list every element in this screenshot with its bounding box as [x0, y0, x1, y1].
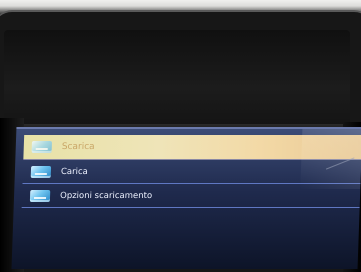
photo-scene: Scarica Carica Opzioni scaricamento [0, 0, 361, 272]
menu-item-opzioni-scaricamento[interactable]: Opzioni scaricamento [21, 184, 361, 208]
menu-item-label: Scarica [61, 142, 95, 152]
lcd-screen: Scarica Carica Opzioni scaricamento [11, 127, 361, 269]
device-upper-panel [4, 30, 350, 126]
menu-item-label: Opzioni scaricamento [59, 190, 153, 201]
options-tray-icon [29, 189, 51, 202]
menu-item-label: Carica [60, 166, 88, 177]
upload-tray-icon [30, 165, 52, 178]
download-tray-icon [31, 141, 52, 153]
menu-item-scarica[interactable]: Scarica [23, 135, 361, 160]
menu-item-carica[interactable]: Carica [22, 160, 361, 184]
menu-list: Scarica Carica Opzioni scaricamento [21, 135, 361, 208]
